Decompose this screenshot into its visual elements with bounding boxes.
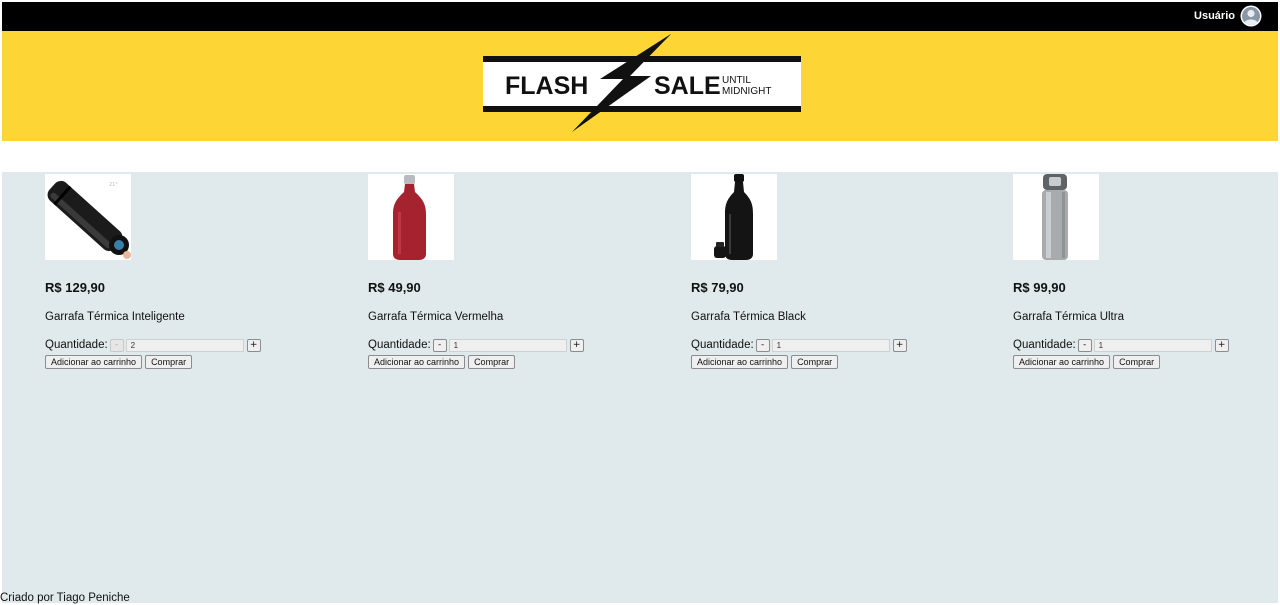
- add-to-cart-button[interactable]: Adicionar ao carrinho: [691, 355, 789, 369]
- quantity-label: Quantidade:: [45, 339, 108, 351]
- product-price: R$ 99,90: [1013, 280, 1066, 295]
- footer-credit: Criado por Tiago Peniche: [0, 592, 130, 604]
- quantity-row: Quantidade: - +: [691, 338, 931, 352]
- decrease-quantity-button[interactable]: -: [755, 338, 770, 352]
- product-actions: Adicionar ao carrinho Comprar: [45, 355, 285, 369]
- midnight-word: MIDNIGHT: [722, 86, 771, 97]
- sale-word: SALE: [654, 72, 721, 100]
- svg-text:21°: 21°: [109, 182, 118, 188]
- flash-sale-logo: FLASH SALE UNTIL MIDNIGHT: [483, 34, 801, 132]
- product-price: R$ 79,90: [691, 280, 744, 295]
- add-to-cart-button[interactable]: Adicionar ao carrinho: [1013, 355, 1111, 369]
- flash-sale-banner: FLASH SALE UNTIL MIDNIGHT: [2, 31, 1278, 141]
- product-card: R$ 99,90 Garrafa Térmica Ultra Quantidad…: [1013, 174, 1253, 369]
- product-price: R$ 49,90: [368, 280, 421, 295]
- quantity-input[interactable]: [448, 338, 567, 352]
- buy-button[interactable]: Comprar: [145, 355, 193, 369]
- user-avatar-icon[interactable]: [1240, 5, 1262, 27]
- quantity-input[interactable]: [1093, 338, 1212, 352]
- buy-button[interactable]: Comprar: [468, 355, 516, 369]
- decrease-quantity-button[interactable]: -: [432, 338, 447, 352]
- product-name: Garrafa Térmica Black: [691, 311, 806, 323]
- quantity-row: Quantidade: - +: [45, 338, 285, 352]
- top-bar: Usuário: [2, 2, 1278, 31]
- product-card: R$ 79,90 Garrafa Térmica Black Quantidad…: [691, 174, 931, 369]
- product-list: 21° R$ 129,90 Garrafa Térmica Inteligent…: [2, 172, 1278, 603]
- product-image[interactable]: [1013, 174, 1099, 260]
- product-actions: Adicionar ao carrinho Comprar: [1013, 355, 1253, 369]
- increase-quantity-button[interactable]: +: [1214, 338, 1229, 352]
- user-menu[interactable]: Usuário: [1194, 5, 1262, 27]
- increase-quantity-button[interactable]: +: [569, 338, 584, 352]
- quantity-label: Quantidade:: [368, 339, 431, 351]
- quantity-row: Quantidade: - +: [1013, 338, 1253, 352]
- quantity-row: Quantidade: - +: [368, 338, 608, 352]
- product-actions: Adicionar ao carrinho Comprar: [368, 355, 608, 369]
- product-card: 21° R$ 129,90 Garrafa Térmica Inteligent…: [45, 174, 285, 369]
- product-image[interactable]: 21°: [45, 174, 131, 260]
- buy-button[interactable]: Comprar: [1113, 355, 1161, 369]
- user-label: Usuário: [1194, 10, 1235, 22]
- product-price: R$ 129,90: [45, 280, 105, 295]
- quantity-label: Quantidade:: [1013, 339, 1076, 351]
- product-image[interactable]: [368, 174, 454, 260]
- product-card: R$ 49,90 Garrafa Térmica Vermelha Quanti…: [368, 174, 608, 369]
- product-name: Garrafa Térmica Vermelha: [368, 311, 504, 323]
- product-image[interactable]: [691, 174, 777, 260]
- increase-quantity-button[interactable]: +: [246, 338, 261, 352]
- quantity-input[interactable]: [125, 338, 244, 352]
- until-word: UNTIL: [722, 75, 751, 86]
- product-name: Garrafa Térmica Inteligente: [45, 311, 185, 323]
- buy-button[interactable]: Comprar: [791, 355, 839, 369]
- decrease-quantity-button[interactable]: -: [1077, 338, 1092, 352]
- increase-quantity-button[interactable]: +: [892, 338, 907, 352]
- decrease-quantity-button[interactable]: -: [109, 338, 124, 352]
- quantity-input[interactable]: [771, 338, 890, 352]
- add-to-cart-button[interactable]: Adicionar ao carrinho: [45, 355, 143, 369]
- product-name: Garrafa Térmica Ultra: [1013, 311, 1124, 323]
- flash-word: FLASH: [505, 72, 588, 100]
- quantity-label: Quantidade:: [691, 339, 754, 351]
- add-to-cart-button[interactable]: Adicionar ao carrinho: [368, 355, 466, 369]
- product-actions: Adicionar ao carrinho Comprar: [691, 355, 931, 369]
